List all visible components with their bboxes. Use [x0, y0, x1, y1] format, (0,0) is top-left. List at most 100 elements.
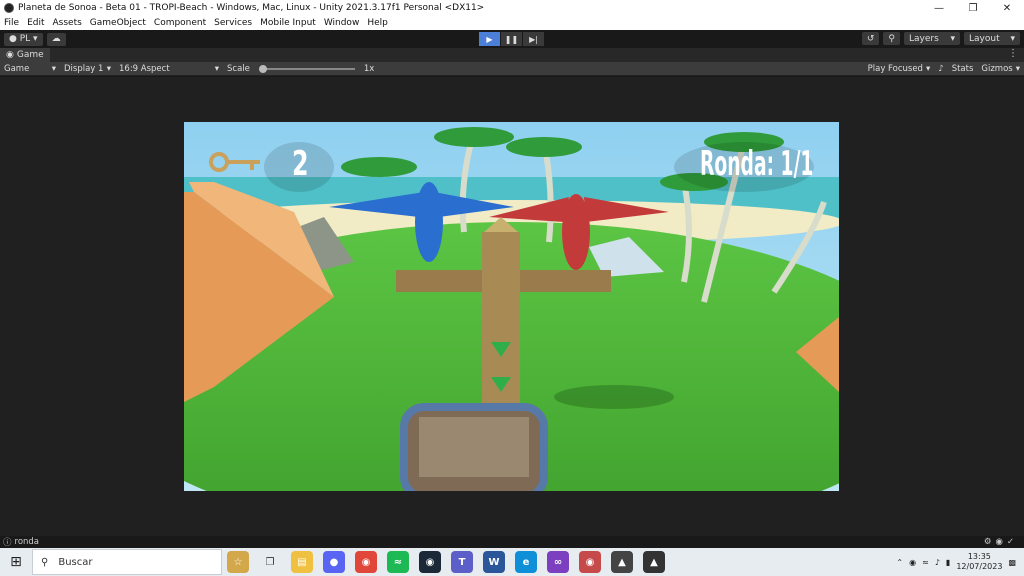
playmode-controls: ▶ ❚❚ ▶|	[479, 32, 545, 46]
layout-label: Layout	[969, 33, 1000, 44]
taskbar-search[interactable]: ⚲ Buscar	[32, 549, 222, 575]
layers-dropdown[interactable]: Layers ▾	[904, 32, 960, 45]
notifications-icon[interactable]: ▩	[1008, 558, 1016, 567]
menu-gameobject[interactable]: GameObject	[86, 18, 150, 28]
scale-label: Scale	[227, 63, 250, 74]
edge-icon[interactable]: e	[515, 551, 537, 573]
display-dropdown[interactable]: Display 1 ▾	[60, 64, 115, 74]
clock[interactable]: 13:35 12/07/2023	[956, 552, 1002, 572]
tab-bar: ◉ Game ⋮	[0, 48, 1024, 62]
parrot-shadow	[554, 385, 674, 409]
chevron-down-icon: ▾	[1015, 63, 1020, 74]
unity-logo-icon	[4, 3, 14, 13]
windows-logo-icon: ⊞	[10, 554, 22, 570]
task-view-icon[interactable]: ❐	[259, 551, 281, 573]
discord-icon[interactable]: ●	[323, 551, 345, 573]
search-highlight-icon: ☆	[227, 551, 249, 573]
stats-label: Stats	[951, 63, 974, 74]
visual-studio-icon[interactable]: ∞	[547, 551, 569, 573]
search-button[interactable]: ⚲	[883, 32, 900, 45]
chevron-down-icon: ▾	[214, 63, 219, 74]
account-label: PL	[19, 34, 31, 44]
window-title: Planeta de Sonoa - Beta 01 - TROPI-Beach…	[18, 3, 485, 13]
menu-bar: File Edit Assets GameObject Component Se…	[0, 16, 1024, 30]
menu-component[interactable]: Component	[150, 18, 210, 28]
play-icon: ▶	[486, 34, 493, 44]
menu-assets[interactable]: Assets	[49, 18, 86, 28]
cloud-icon: ☁	[51, 34, 61, 44]
account-button[interactable]: ● PL ▾	[4, 32, 43, 46]
battery-icon[interactable]: ▮	[946, 558, 950, 567]
play-focused-dropdown[interactable]: Play Focused ▾	[864, 64, 935, 74]
gizmos-dropdown[interactable]: Gizmos ▾	[977, 64, 1024, 74]
windows-start-button[interactable]: ⊞	[0, 548, 32, 576]
aspect-dropdown[interactable]: 16:9 Aspect ▾	[115, 64, 223, 74]
view-mode-dropdown[interactable]: Game ▾	[0, 64, 60, 74]
wifi-icon[interactable]: ≈	[922, 558, 929, 567]
menu-file[interactable]: File	[0, 18, 23, 28]
step-button[interactable]: ▶|	[523, 32, 544, 46]
game-viewport[interactable]: 2 Ronda: 1/1	[0, 77, 1024, 536]
maximize-icon[interactable]: ❐	[956, 0, 990, 16]
menu-services[interactable]: Services	[210, 18, 256, 28]
clock-time: 13:35	[967, 552, 991, 561]
history-button[interactable]: ↺	[861, 32, 880, 45]
minimize-icon[interactable]: —	[922, 0, 956, 16]
gamepad-icon: ◉	[6, 50, 14, 60]
treasure-chest	[400, 403, 548, 491]
taskbar: ⊞ ⚲ Buscar ☆ ❐ ▤ ● ◉ ≈ ◉ T W e ∞ ◉ ▲ ▲ ⌃…	[0, 548, 1024, 576]
cloud-button[interactable]: ☁	[46, 32, 66, 46]
chevron-down-icon: ▾	[106, 63, 111, 74]
game-view-options: Play Focused ▾ ♪ Stats Gizmos ▾	[864, 64, 1024, 74]
file-explorer-icon[interactable]: ▤	[291, 551, 313, 573]
stats-button[interactable]: Stats	[948, 64, 978, 74]
play-focused-label: Play Focused	[867, 63, 923, 74]
spotify-icon[interactable]: ≈	[387, 551, 409, 573]
tab-game[interactable]: ◉ Game	[0, 48, 50, 62]
chevron-up-icon[interactable]: ⌃	[896, 558, 903, 567]
unity-hub-icon[interactable]: ▲	[611, 551, 633, 573]
network-icon[interactable]: ◉	[909, 558, 916, 567]
game-scene[interactable]: 2 Ronda: 1/1	[184, 122, 839, 491]
teams-icon[interactable]: T	[451, 551, 473, 573]
unity-editor-icon[interactable]: ▲	[643, 551, 665, 573]
menu-mobile-input[interactable]: Mobile Input	[256, 18, 320, 28]
status-icons: ⚙◉✓	[983, 537, 1018, 547]
speaker-icon: ♪	[938, 63, 944, 74]
scale-slider-knob[interactable]	[258, 64, 267, 73]
more-options-icon[interactable]: ⋮	[1008, 48, 1018, 59]
scale-control: Scale 1x	[223, 64, 378, 74]
display-label: Display 1	[64, 63, 104, 74]
title-bar: Planeta de Sonoa - Beta 01 - TROPI-Beach…	[0, 0, 1024, 16]
volume-icon[interactable]: ♪	[935, 558, 940, 567]
search-icon: ⚲	[888, 33, 895, 44]
paint-icon[interactable]: ◉	[579, 551, 601, 573]
mute-audio-button[interactable]: ♪	[934, 64, 947, 74]
view-mode-label: Game	[4, 63, 30, 74]
step-icon: ▶|	[529, 34, 538, 44]
gizmos-label: Gizmos	[981, 63, 1013, 74]
layout-dropdown[interactable]: Layout ▾	[964, 32, 1020, 45]
chrome-icon[interactable]: ◉	[355, 551, 377, 573]
menu-window[interactable]: Window	[320, 18, 364, 28]
aspect-label: 16:9 Aspect	[119, 63, 170, 74]
system-tray: ⌃ ◉ ≈ ♪ ▮ 13:35 12/07/2023 ▩	[896, 548, 1016, 576]
menu-edit[interactable]: Edit	[23, 18, 48, 28]
pause-button[interactable]: ❚❚	[501, 32, 522, 46]
scale-value: 1x	[363, 63, 375, 74]
info-icon: ⓘ	[3, 538, 12, 548]
account-icon: ●	[9, 34, 20, 44]
menu-help[interactable]: Help	[363, 18, 392, 28]
scale-slider[interactable]	[258, 64, 355, 73]
clock-date: 12/07/2023	[956, 562, 1003, 571]
main-toolbar: ● PL ▾ ☁ ▶ ❚❚ ▶| ↺ ⚲ Layers ▾ Layout ▾	[0, 30, 1024, 48]
word-icon[interactable]: W	[483, 551, 505, 573]
close-icon[interactable]: ✕	[990, 0, 1024, 16]
history-icon: ↺	[866, 33, 875, 44]
steam-icon[interactable]: ◉	[419, 551, 441, 573]
chevron-down-icon: ▾	[1010, 33, 1015, 44]
pause-icon: ❚❚	[504, 34, 519, 44]
status-message[interactable]: ronda	[15, 537, 40, 547]
play-button[interactable]: ▶	[479, 32, 500, 46]
tab-game-label: Game	[16, 50, 44, 60]
